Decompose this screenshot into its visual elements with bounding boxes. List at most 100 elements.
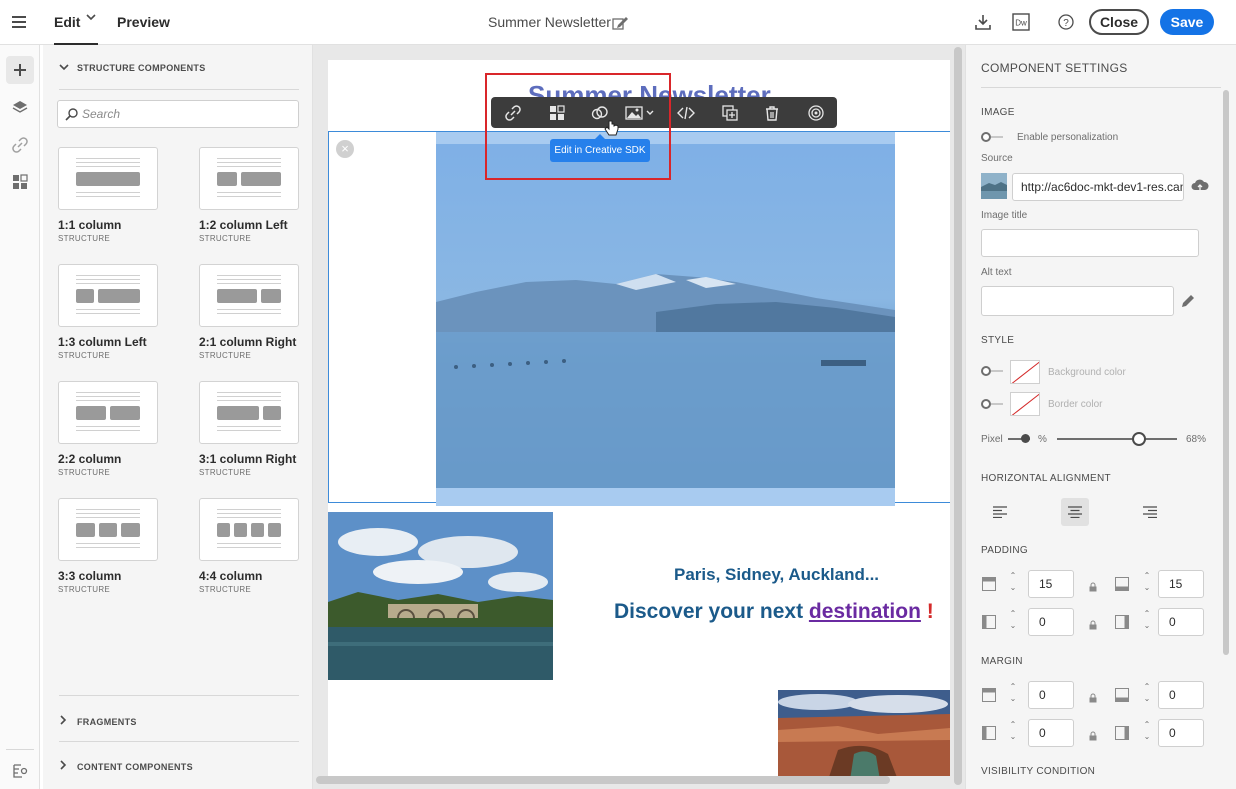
structure-1-1-column[interactable]: 1:1 column STRUCTURE (58, 147, 158, 243)
margin-right-input[interactable]: 0 (1158, 719, 1204, 747)
lock-icon[interactable] (1088, 728, 1098, 741)
paris-river-image[interactable] (328, 512, 553, 680)
destination-link[interactable]: destination (809, 600, 921, 623)
discover-heading[interactable]: Discover your next destination ! (614, 600, 934, 624)
enable-personalization-toggle[interactable] (981, 132, 1003, 142)
background-color-swatch[interactable] (1010, 360, 1040, 384)
padding-left-stepper[interactable]: ⌃ ⌄ (1002, 608, 1024, 636)
margin-heading: MARGIN (981, 656, 1023, 667)
canvas-vertical-scroll-thumb[interactable] (954, 47, 962, 785)
assets-icon[interactable] (6, 168, 34, 196)
structure-3-3-column[interactable]: 3:3 column STRUCTURE (58, 498, 158, 594)
structure-thumbnail (58, 381, 158, 444)
close-button[interactable]: Close (1089, 9, 1149, 35)
unit-switch-knob[interactable] (1021, 434, 1030, 443)
alt-text-label: Alt text (981, 267, 1012, 278)
cities-text[interactable]: Paris, Sidney, Auckland... (674, 565, 879, 585)
margin-top-icon (982, 688, 996, 702)
delete-icon[interactable] (763, 104, 781, 122)
search-input[interactable]: Search (57, 100, 299, 128)
canvas-horizontal-scrollbar[interactable] (316, 776, 890, 784)
structure-4-4-column[interactable]: 4:4 column STRUCTURE (199, 498, 299, 594)
padding-bottom-input[interactable]: 15 (1158, 570, 1204, 598)
structure-thumbnail (199, 264, 299, 327)
tab-edit[interactable]: Edit (54, 0, 80, 45)
padding-left-input[interactable]: 0 (1028, 608, 1074, 636)
structure-2-2-column[interactable]: 2:2 column STRUCTURE (58, 381, 158, 477)
source-url-input[interactable]: http://ac6doc-mkt-dev1-res.campaign (1012, 173, 1184, 201)
margin-bottom-input[interactable]: 0 (1158, 681, 1204, 709)
structure-1-2-column-left[interactable]: 1:2 column Left STRUCTURE (199, 147, 299, 243)
padding-left-icon (982, 615, 996, 629)
lock-icon[interactable] (1088, 690, 1098, 703)
structure-components-header[interactable]: STRUCTURE COMPONENTS (59, 63, 206, 74)
margin-top-input[interactable]: 0 (1028, 681, 1074, 709)
upload-cloud-icon[interactable] (1191, 178, 1209, 194)
source-label: Source (981, 153, 1013, 164)
border-color-toggle[interactable] (981, 399, 1003, 409)
target-icon[interactable] (807, 104, 825, 122)
align-left-button[interactable] (986, 498, 1014, 526)
top-bar: Edit Preview Summer Newsletter Dw ? Clos… (0, 0, 1236, 45)
structure-1-3-column-left[interactable]: 1:3 column Left STRUCTURE (58, 264, 158, 360)
discover-suffix: ! (920, 600, 934, 623)
canvas-vertical-scrollbar[interactable] (954, 47, 962, 787)
add-icon[interactable] (6, 56, 34, 84)
padding-right-input[interactable]: 0 (1158, 608, 1204, 636)
canyon-image[interactable] (778, 690, 950, 776)
save-button[interactable]: Save (1160, 9, 1214, 35)
download-icon[interactable] (973, 12, 993, 32)
opacity-slider-knob[interactable] (1131, 432, 1146, 446)
chevron-down-icon[interactable] (86, 12, 96, 25)
link-icon[interactable] (6, 131, 34, 159)
tab-preview[interactable]: Preview (117, 0, 170, 45)
structure-3-1-column-right[interactable]: 3:1 column Right STRUCTURE (199, 381, 299, 477)
background-color-toggle[interactable] (981, 366, 1003, 376)
margin-left-input[interactable]: 0 (1028, 719, 1074, 747)
content-components-header[interactable]: CONTENT COMPONENTS (59, 760, 193, 773)
edit-title-icon[interactable] (611, 14, 629, 32)
image-title-input[interactable] (981, 229, 1199, 257)
lock-icon[interactable] (1088, 579, 1098, 592)
padding-right-stepper[interactable]: ⌃ ⌄ (1136, 608, 1158, 636)
padding-top-input[interactable]: 15 (1028, 570, 1074, 598)
lake-mountain-image[interactable] (436, 132, 895, 506)
edit-pencil-icon[interactable] (1180, 293, 1196, 309)
padding-bottom-stepper[interactable]: ⌃ ⌄ (1136, 570, 1158, 598)
border-color-swatch[interactable] (1010, 392, 1040, 416)
code-icon[interactable] (677, 104, 695, 122)
margin-left-stepper[interactable]: ⌃ ⌄ (1002, 719, 1024, 747)
padding-bottom-icon (1115, 577, 1129, 591)
margin-right-icon (1115, 726, 1129, 740)
layers-icon[interactable] (6, 93, 34, 121)
opacity-slider-track[interactable] (1057, 438, 1177, 440)
svg-text:?: ? (1063, 18, 1069, 29)
menu-icon[interactable] (12, 16, 26, 28)
structure-sublabel: STRUCTURE (58, 351, 111, 360)
percent-label: % (1038, 434, 1047, 445)
structure-sublabel: STRUCTURE (199, 234, 252, 243)
border-color-label: Border color (1048, 399, 1103, 410)
settings-vertical-scrollbar[interactable] (1223, 90, 1229, 655)
dreamweaver-icon[interactable]: Dw (1011, 12, 1031, 32)
duplicate-icon[interactable] (721, 104, 739, 122)
lock-icon[interactable] (1088, 617, 1098, 630)
margin-bottom-stepper[interactable]: ⌃ ⌄ (1136, 681, 1158, 709)
padding-top-stepper[interactable]: ⌃ ⌄ (1002, 570, 1024, 598)
structure-2-1-column-right[interactable]: 2:1 column Right STRUCTURE (199, 264, 299, 360)
settings-title: COMPONENT SETTINGS (981, 61, 1128, 75)
opacity-value: 68% (1186, 434, 1207, 445)
help-icon[interactable]: ? (1056, 12, 1076, 32)
fragments-header[interactable]: FRAGMENTS (59, 715, 137, 728)
remove-block-icon[interactable]: × (336, 140, 354, 158)
divider (59, 89, 299, 90)
structure-components-label: STRUCTURE COMPONENTS (77, 63, 206, 73)
background-color-label: Background color (1048, 367, 1126, 378)
alt-text-input[interactable] (981, 286, 1174, 316)
margin-top-stepper[interactable]: ⌃ ⌄ (1002, 681, 1024, 709)
component-settings-panel: COMPONENT SETTINGS IMAGE Enable personal… (965, 45, 1236, 789)
align-center-button[interactable] (1061, 498, 1089, 526)
margin-right-stepper[interactable]: ⌃ ⌄ (1136, 719, 1158, 747)
layers-settings-icon[interactable] (6, 756, 34, 784)
align-right-button[interactable] (1136, 498, 1164, 526)
